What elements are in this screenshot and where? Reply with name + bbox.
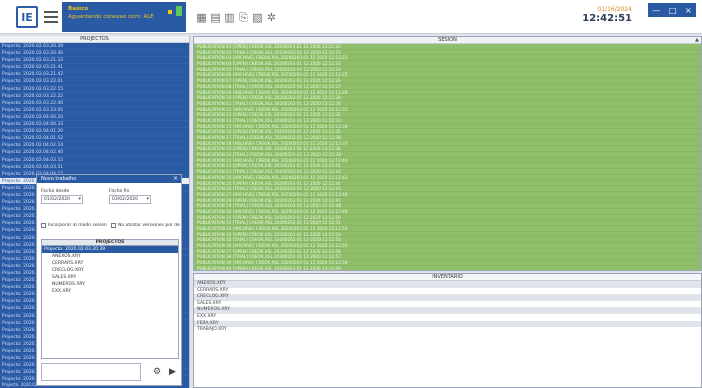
date-to-label: Fecha fin [109, 189, 130, 194]
project-row[interactable]: Projecto: 2020.02.03.22.01 [0, 78, 189, 86]
project-row[interactable]: Projecto: 2020.02.03.21.42 [0, 71, 189, 79]
option-a-checkbox[interactable] [41, 223, 46, 228]
projects-panel-title: PROJECTOS [0, 36, 189, 43]
project-row[interactable]: Projecto: 2020.02.03.21.12 [0, 57, 189, 65]
maximize-icon[interactable]: □ [669, 6, 677, 15]
inventory-row[interactable]: FERA.XRY [194, 320, 701, 328]
project-row[interactable]: Projecto: 2020.02.04.00.33 [0, 121, 189, 129]
inventory-list: ANEXOS.XRY CERRARS.XRY CRECLOG.XRY SALES.XR… [194, 281, 701, 334]
document-icon[interactable]: ▤ [210, 12, 221, 23]
project-row[interactable]: Projecto: 2020.02.03.20.40 [0, 50, 189, 58]
dialog-projects-list: Projecto: 2020.02.03.20.39 ANEXOS.XRY CERR… [41, 246, 179, 359]
project-row[interactable]: Projecto: 2020.02.03.22.22 [0, 93, 189, 100]
inventory-panel-title: INVENTARIO [194, 274, 701, 281]
session-list: PUBLICATION 01 [OPEN] CREOK.XSL 20200203… [194, 44, 701, 270]
inventory-row[interactable]: SALES.XRY [194, 301, 701, 308]
status-indicator-icon [176, 6, 182, 16]
chevron-down-icon[interactable]: ▾ [78, 196, 81, 203]
dialog-close-icon[interactable]: × [173, 175, 178, 182]
top-bar: IE Basico Aguardando conexao com: ALE ▦ … [0, 0, 702, 34]
app-info-line: Aguardando conexao com: ALE [68, 14, 154, 20]
option-b-label: No utilizar versiones por defecto [118, 223, 180, 228]
save-icon[interactable]: ▥ [224, 12, 235, 23]
app-info-box: Basico Aguardando conexao com: ALE [62, 2, 186, 32]
inventory-row[interactable]: TRABAJO.XRY [194, 327, 701, 334]
project-list-item[interactable]: NUMEROS.XRY [42, 281, 178, 288]
inventory-row[interactable]: NUMEROS.XRY [194, 307, 701, 314]
date-to-value: 03/02/2020 [112, 197, 138, 202]
inventory-row[interactable]: CERRARS.XRY [194, 288, 701, 295]
project-list-item[interactable]: CERRARS.XRY [42, 260, 178, 267]
dialog-text-field[interactable] [41, 363, 141, 381]
date-from-input[interactable]: 01/02/2020 ▾ [41, 195, 83, 204]
play-icon[interactable]: ▶ [169, 367, 176, 377]
hamburger-menu-icon[interactable] [44, 8, 58, 24]
settings-icon[interactable]: ✲ [266, 12, 277, 23]
project-list-item[interactable]: ANEXOS.XRY [42, 253, 178, 260]
inventory-row[interactable]: EXX.XRY [194, 314, 701, 321]
session-panel: SESION ▲ PUBLICATION 01 [OPEN] CREOK.XSL… [193, 36, 702, 271]
project-row[interactable]: Projecto: 2020.02.04.02.40 [0, 149, 189, 157]
project-row[interactable]: Projecto: 2020.02.03.22.40 [0, 100, 189, 107]
close-icon[interactable]: × [685, 6, 692, 15]
main-area: SESION ▲ PUBLICATION 01 [OPEN] CREOK.XSL… [193, 36, 702, 388]
project-row[interactable]: Projecto: 2020.02.03.23.05 [0, 107, 189, 114]
option-b-checkbox[interactable] [111, 223, 116, 228]
project-list-item[interactable]: Projecto: 2020.02.03.20.39 [42, 246, 178, 253]
app-logo-icon: IE [16, 6, 38, 28]
app-info-title: Basico [68, 6, 89, 12]
window-controls: — □ × [648, 3, 696, 17]
project-list-item[interactable]: SALES.XRY [42, 274, 178, 281]
dialog-title: Novo trabalho [37, 175, 181, 183]
dialog-projects-header: PROJECTOS [41, 239, 179, 246]
app-logo-label: IE [21, 10, 33, 24]
project-row[interactable]: Projecto: 2020.02.04.03.15 [0, 157, 189, 164]
session-panel-title: SESION [194, 37, 701, 44]
date-from-label: Fecha desde [41, 189, 70, 194]
table-icon[interactable]: ▧ [252, 12, 263, 23]
scroll-up-icon[interactable]: ▲ [695, 37, 699, 43]
inventory-row[interactable]: CRECLOG.XRY [194, 294, 701, 301]
project-row[interactable]: Projecto: 2020.02.03.22.15 [0, 86, 189, 93]
current-time: 12:42:51 [582, 13, 632, 24]
minimize-icon[interactable]: — [652, 6, 660, 15]
inventory-panel: INVENTARIO ANEXOS.XRY CERRARS.XRY CRECLOG.… [193, 273, 702, 388]
project-list-item[interactable]: CRECLOG.XRY [42, 267, 178, 274]
option-a-label: Incorporar al modo sesion [48, 223, 107, 228]
gear-icon[interactable]: ⚙ [153, 367, 161, 377]
project-row[interactable]: Projecto: 2020.02.04.02.14 [0, 142, 189, 150]
calendar-icon[interactable]: ▦ [196, 12, 207, 23]
project-row[interactable]: Projecto: 2020.02.04.03.51 [0, 164, 189, 171]
inventory-row[interactable]: ANEXOS.XRY [194, 281, 701, 288]
datetime-block: 01/16/2024 12:42:51 [582, 6, 632, 24]
project-list-item[interactable]: EXX.XRY [42, 288, 178, 295]
project-row[interactable]: Projecto: 2020.02.04.01.52 [0, 135, 189, 143]
date-to-input[interactable]: 03/02/2020 ▾ [109, 195, 151, 204]
project-row[interactable]: Projecto: 2020.02.04.01.20 [0, 128, 189, 136]
session-row[interactable]: PUBLICATION 40 [OPEN] CREOK.XSL 20200203… [194, 266, 701, 270]
project-row[interactable]: Projecto: 2020.02.04.00.10 [0, 114, 189, 122]
export-icon[interactable]: ⎘ [238, 12, 249, 23]
project-row[interactable]: Projecto: 2020.02.03.21.41 [0, 64, 189, 72]
date-from-value: 01/02/2020 [44, 197, 70, 202]
chevron-down-icon[interactable]: ▾ [146, 196, 149, 203]
project-row[interactable]: Projecto: 2020.02.03.20.39 [0, 43, 189, 51]
warning-indicator-icon [168, 10, 172, 14]
current-date: 01/16/2024 [597, 6, 632, 13]
new-job-dialog: Novo trabalho × Fecha desde Fecha fin 01… [36, 174, 182, 386]
